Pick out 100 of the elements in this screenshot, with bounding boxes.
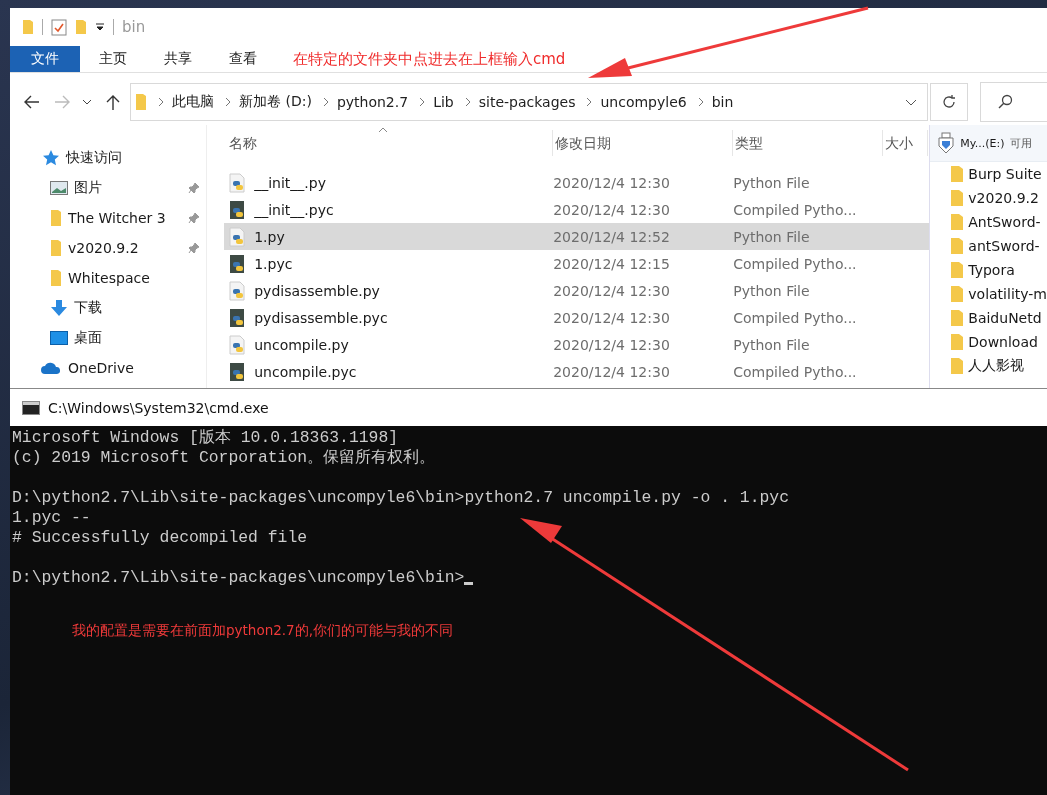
- breadcrumb[interactable]: python2.7: [336, 94, 409, 110]
- chevron-right-icon[interactable]: [419, 97, 426, 107]
- console-line: 1.pyc --: [12, 508, 91, 528]
- python-file-icon: [229, 226, 247, 247]
- dropdown-icon[interactable]: [95, 23, 105, 31]
- cloud-icon: [40, 361, 62, 375]
- refresh-button[interactable]: [930, 83, 968, 121]
- console-line: D:\python2.7\Lib\site-packages\uncompyle6\bin>: [12, 568, 465, 588]
- folder-icon: [950, 189, 965, 207]
- nav-item[interactable]: v2020.9.2: [68, 240, 139, 256]
- compiled-python-icon: [229, 253, 247, 274]
- file-date: 2020/12/4 12:30: [553, 336, 671, 353]
- chevron-right-icon[interactable]: [697, 97, 704, 107]
- annotation-text: 我的配置是需要在前面加python2.7的,你们的可能与我的不同: [72, 622, 454, 640]
- console-line: (c) 2019 Microsoft Corporation。保留所有权利。: [12, 448, 436, 468]
- ribbon-tab[interactable]: 文件: [10, 46, 80, 72]
- column-header[interactable]: 修改日期: [553, 130, 734, 156]
- folder-name[interactable]: Burp Suite: [968, 166, 1042, 182]
- file-date: 2020/12/4 12:30: [553, 174, 671, 191]
- up-icon[interactable]: [106, 94, 120, 110]
- column-header[interactable]: 类型: [733, 130, 884, 156]
- console-line: Microsoft Windows [版本 10.0.18363.1198]: [12, 428, 399, 448]
- folder-name[interactable]: Download: [968, 334, 1038, 350]
- address-bar[interactable]: 此电脑 新加卷 (D:) python2.7 Lib site-packages uncompyle6 bin: [130, 83, 928, 121]
- file-date: 2020/12/4 12:30: [553, 309, 671, 326]
- nav-item[interactable]: Whitespace: [68, 270, 150, 286]
- python-file-icon: [229, 280, 247, 301]
- file-name: 1.py: [254, 228, 285, 245]
- python-file-icon: [229, 334, 247, 355]
- window-title: C:\Windows\System32\cmd.exe: [48, 399, 269, 416]
- breadcrumb[interactable]: 此电脑: [172, 93, 214, 111]
- file-row[interactable]: uncompile.py 2020/12/4 12:30 Python File: [224, 331, 930, 358]
- file-row[interactable]: pydisassemble.py 2020/12/4 12:30 Python File: [224, 277, 930, 304]
- column-header[interactable]: 大小: [883, 130, 929, 156]
- file-date: 2020/12/4 12:30: [553, 282, 671, 299]
- ribbon-tab[interactable]: 主页: [80, 46, 145, 72]
- drive-header[interactable]: My...(E:) 可用: [930, 125, 1047, 162]
- folder-name[interactable]: volatility-m: [968, 286, 1047, 302]
- nav-item[interactable]: 快速访问: [66, 149, 122, 167]
- folder-name[interactable]: antSword-: [968, 238, 1040, 254]
- usb-drive-icon: [938, 132, 955, 154]
- file-name: pydisassemble.pyc: [254, 309, 388, 326]
- breadcrumb[interactable]: bin: [711, 94, 734, 110]
- pin-icon[interactable]: [188, 212, 200, 224]
- back-icon[interactable]: [24, 95, 40, 109]
- folder-icon: [135, 93, 147, 111]
- breadcrumb[interactable]: Lib: [433, 94, 454, 110]
- file-type: Python File: [733, 282, 811, 299]
- pin-icon[interactable]: [188, 182, 200, 194]
- folder-name[interactable]: BaiduNetd: [968, 310, 1042, 326]
- breadcrumb[interactable]: 新加卷 (D:): [239, 93, 312, 111]
- file-row[interactable]: __init__.py 2020/12/4 12:30 Python File: [224, 169, 930, 196]
- folder-name[interactable]: 人人影视: [968, 357, 1025, 375]
- file-row[interactable]: pydisassemble.pyc 2020/12/4 12:30 Compiled Pytho...: [224, 304, 930, 331]
- chevron-down-icon[interactable]: [82, 99, 92, 105]
- file-row[interactable]: __init__.pyc 2020/12/4 12:30 Compiled Pytho...: [224, 196, 930, 223]
- folder-name[interactable]: v2020.9.2: [968, 190, 1039, 206]
- file-row[interactable]: 1.py 2020/12/4 12:52 Python File: [224, 223, 930, 250]
- file-name: uncompile.pyc: [254, 363, 357, 380]
- file-name: __init__.py: [254, 174, 326, 191]
- search-icon: [997, 94, 1013, 110]
- nav-item[interactable]: The Witcher 3: [68, 210, 166, 226]
- annotation-text: 在特定的文件夹中点进去在上框输入cmd: [293, 49, 566, 69]
- chevron-right-icon[interactable]: [225, 97, 231, 107]
- folder-icon: [950, 261, 965, 279]
- chevron-right-icon[interactable]: [464, 97, 471, 107]
- console-line: # Successfully decompiled file: [12, 528, 308, 548]
- file-name: 1.pyc: [254, 255, 293, 272]
- chevron-right-icon[interactable]: [158, 97, 164, 107]
- file-row[interactable]: uncompile.pyc 2020/12/4 12:30 Compiled Pytho...: [224, 358, 930, 385]
- chevron-right-icon[interactable]: [322, 97, 329, 107]
- window-title: bin: [122, 18, 146, 36]
- file-date: 2020/12/4 12:15: [553, 255, 671, 272]
- folder-name[interactable]: AntSword-: [968, 214, 1041, 230]
- chevron-right-icon[interactable]: [586, 97, 593, 107]
- folder-icon: [50, 269, 62, 287]
- nav-item[interactable]: OneDrive: [68, 360, 134, 376]
- breadcrumb[interactable]: site-packages: [478, 94, 576, 110]
- folder-icon: [950, 309, 965, 327]
- nav-item[interactable]: 桌面: [74, 329, 102, 347]
- breadcrumb[interactable]: uncompyle6: [600, 94, 687, 110]
- file-row[interactable]: 1.pyc 2020/12/4 12:15 Compiled Pytho...: [224, 250, 930, 277]
- chevron-down-icon[interactable]: [905, 98, 917, 106]
- pin-icon[interactable]: [188, 242, 200, 254]
- file-type: Compiled Pytho...: [733, 363, 858, 380]
- pictures-icon: [50, 181, 68, 195]
- search-field[interactable]: [980, 82, 1047, 122]
- file-name: pydisassemble.py: [254, 282, 380, 299]
- properties-icon[interactable]: [51, 18, 67, 36]
- compiled-python-icon: [229, 199, 247, 220]
- file-name: uncompile.py: [254, 336, 349, 353]
- ribbon-tab[interactable]: 查看: [210, 46, 275, 72]
- file-name: __init__.pyc: [254, 201, 334, 218]
- folder-name[interactable]: Typora: [968, 262, 1015, 278]
- nav-item[interactable]: 图片: [74, 179, 102, 197]
- nav-item[interactable]: 下载: [74, 299, 102, 317]
- column-header[interactable]: 名称: [227, 130, 554, 156]
- folder-icon: [950, 333, 965, 351]
- ribbon-tab[interactable]: 共享: [145, 46, 210, 72]
- file-type: Python File: [733, 336, 811, 353]
